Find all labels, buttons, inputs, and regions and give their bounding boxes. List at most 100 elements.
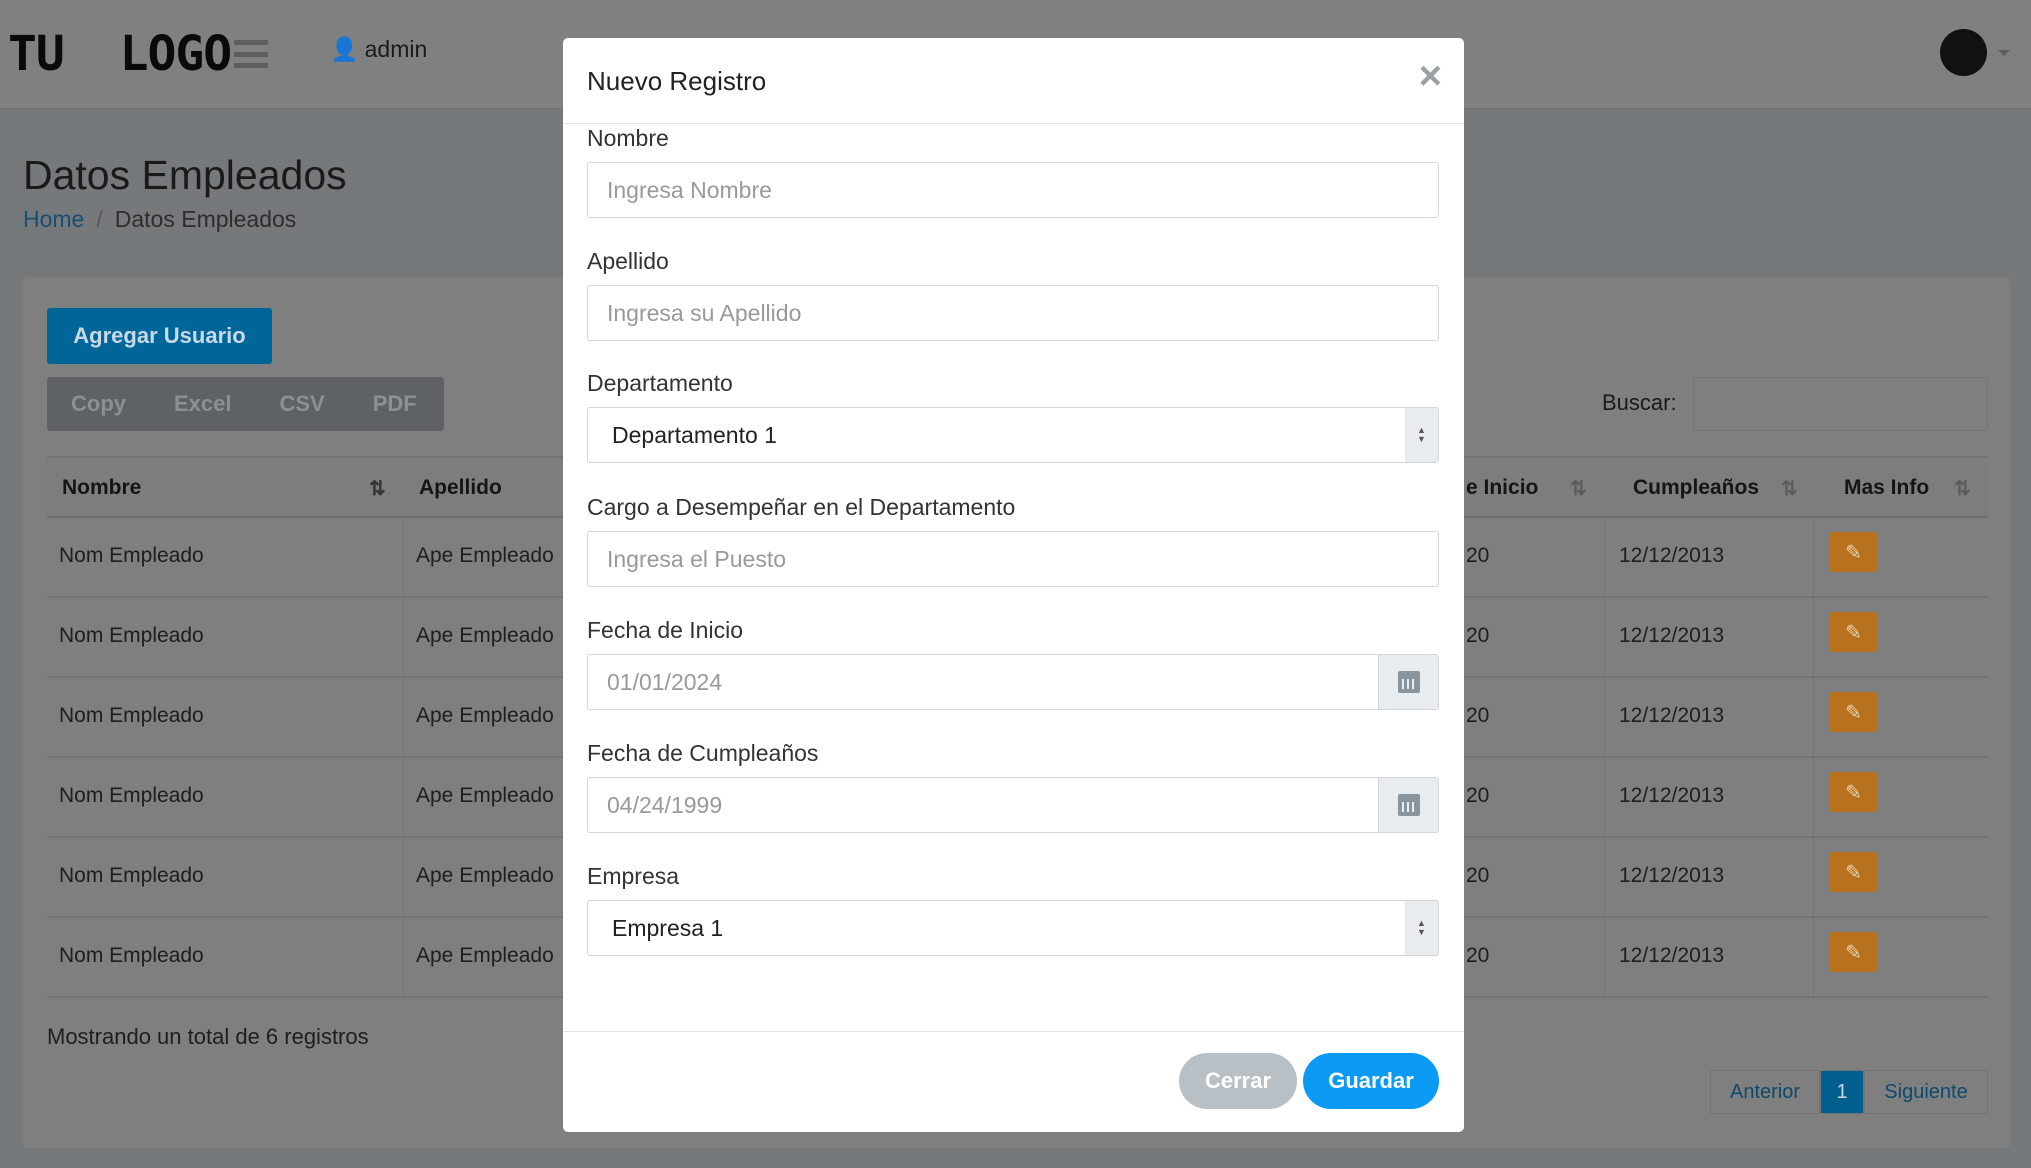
- sort-icon[interactable]: ⇅: [1954, 476, 1971, 501]
- fecha-cumpleanos-label: Fecha de Cumpleaños: [587, 740, 819, 766]
- save-button[interactable]: Guardar: [1303, 1053, 1439, 1109]
- modal-title: Nuevo Registro: [587, 66, 767, 96]
- cargo-input[interactable]: Ingresa el Puesto: [587, 531, 1439, 587]
- placeholder: Ingresa su Apellido: [607, 299, 802, 326]
- copy-button[interactable]: Copy: [71, 391, 126, 417]
- close-icon[interactable]: ×: [1419, 56, 1442, 96]
- search-label: Buscar:: [1602, 390, 1677, 415]
- departamento-label: Departamento: [587, 370, 733, 396]
- cell-nombre: Nom Empleado: [59, 704, 204, 727]
- user-icon: 👤: [330, 36, 359, 62]
- cell-cumpleanos: 12/12/2013: [1619, 784, 1725, 807]
- page-1-button[interactable]: 1: [1820, 1070, 1864, 1114]
- cell-nombre: Nom Empleado: [59, 784, 204, 807]
- select-arrows-icon[interactable]: ▲ ▼: [1405, 901, 1438, 955]
- selected-value: Departamento 1: [612, 421, 777, 448]
- col-nombre[interactable]: Nombre: [62, 476, 141, 500]
- cell-apellido: Ape Empleado: [416, 704, 554, 727]
- apellido-input[interactable]: Ingresa su Apellido: [587, 285, 1439, 341]
- search-input[interactable]: [1693, 377, 1988, 431]
- edit-icon: ✎: [1845, 941, 1862, 964]
- close-button[interactable]: Cerrar: [1179, 1053, 1297, 1109]
- cell-fecha-inicio: 20: [1466, 784, 1490, 807]
- fecha-inicio-label: Fecha de Inicio: [587, 617, 743, 643]
- sort-icon[interactable]: ⇅: [1570, 476, 1587, 501]
- placeholder: 04/24/1999: [607, 791, 723, 818]
- fecha-cumpleanos-input[interactable]: 04/24/1999: [587, 777, 1439, 833]
- username: admin: [364, 36, 428, 62]
- departamento-select[interactable]: Departamento 1 ▲ ▼: [587, 407, 1439, 463]
- next-page-button[interactable]: Siguiente: [1864, 1070, 1988, 1114]
- edit-button[interactable]: ✎: [1830, 852, 1877, 892]
- col-apellido[interactable]: Apellido: [419, 476, 502, 500]
- col-cumpleanos[interactable]: Cumpleaños: [1633, 476, 1759, 500]
- cell-fecha-inicio: 20: [1466, 544, 1490, 567]
- cell-apellido: Ape Empleado: [416, 544, 554, 567]
- cell-fecha-inicio: 20: [1466, 864, 1490, 887]
- cell-nombre: Nom Empleado: [59, 864, 204, 887]
- edit-icon: ✎: [1845, 781, 1862, 804]
- export-button-group: Copy Excel CSV PDF: [47, 377, 444, 431]
- prev-page-button[interactable]: Anterior: [1710, 1070, 1820, 1114]
- fecha-inicio-input[interactable]: 01/01/2024: [587, 654, 1439, 710]
- hamburger-menu-icon[interactable]: [234, 40, 268, 68]
- empresa-select[interactable]: Empresa 1 ▲ ▼: [587, 900, 1439, 956]
- pdf-button[interactable]: PDF: [373, 391, 417, 417]
- placeholder: 01/01/2024: [607, 668, 723, 695]
- edit-button[interactable]: ✎: [1830, 692, 1877, 732]
- col-mas-info[interactable]: Mas Info: [1844, 476, 1929, 500]
- cell-fecha-inicio: 20: [1466, 624, 1490, 647]
- pagination: Anterior 1 Siguiente: [1710, 1070, 1988, 1114]
- edit-icon: ✎: [1845, 701, 1862, 724]
- modal-header: Nuevo Registro ×: [563, 38, 1464, 124]
- placeholder: Ingresa el Puesto: [607, 545, 787, 572]
- nombre-label: Nombre: [587, 125, 669, 151]
- cell-apellido: Ape Empleado: [416, 864, 554, 887]
- selected-value: Empresa 1: [612, 914, 724, 941]
- edit-icon: ✎: [1845, 621, 1862, 644]
- sort-icon[interactable]: ⇅: [369, 476, 386, 501]
- edit-button[interactable]: ✎: [1830, 532, 1877, 572]
- nombre-input[interactable]: Ingresa Nombre: [587, 162, 1439, 218]
- calendar-icon: [1397, 671, 1420, 693]
- new-record-modal: Nuevo Registro × Nombre Ingresa Nombre Ape…: [563, 38, 1464, 1132]
- excel-button[interactable]: Excel: [174, 391, 232, 417]
- col-fecha-inicio[interactable]: e Inicio: [1466, 476, 1538, 500]
- apellido-label: Apellido: [587, 248, 669, 274]
- records-summary: Mostrando un total de 6 registros: [47, 1024, 369, 1049]
- cell-nombre: Nom Empleado: [59, 544, 204, 567]
- edit-button[interactable]: ✎: [1830, 612, 1877, 652]
- sort-icon[interactable]: ⇅: [1781, 476, 1798, 501]
- cell-cumpleanos: 12/12/2013: [1619, 944, 1725, 967]
- edit-icon: ✎: [1845, 861, 1862, 884]
- breadcrumb-current: Datos Empleados: [114, 206, 297, 232]
- calendar-icon: [1397, 794, 1420, 816]
- modal-footer-divider: [563, 1031, 1464, 1032]
- edit-button[interactable]: ✎: [1830, 772, 1877, 812]
- cell-fecha-inicio: 20: [1466, 944, 1490, 967]
- page-title: Datos Empleados: [23, 152, 347, 198]
- breadcrumb-home[interactable]: Home: [23, 206, 84, 232]
- user-menu[interactable]: 👤 admin: [330, 36, 427, 63]
- calendar-button[interactable]: [1378, 778, 1438, 832]
- cell-fecha-inicio: 20: [1466, 704, 1490, 727]
- cell-apellido: Ape Empleado: [416, 624, 554, 647]
- logo[interactable]: TU LOGO: [8, 26, 232, 82]
- cell-cumpleanos: 12/12/2013: [1619, 544, 1725, 567]
- calendar-button[interactable]: [1378, 655, 1438, 709]
- breadcrumb: Home / Datos Empleados: [23, 206, 297, 232]
- cargo-label: Cargo a Desempeñar en el Departamento: [587, 494, 1016, 520]
- cell-cumpleanos: 12/12/2013: [1619, 624, 1725, 647]
- cell-nombre: Nom Empleado: [59, 624, 204, 647]
- edit-button[interactable]: ✎: [1830, 932, 1877, 972]
- caret-down-icon[interactable]: [1998, 50, 2010, 56]
- cell-apellido: Ape Empleado: [416, 784, 554, 807]
- avatar[interactable]: [1940, 29, 1987, 76]
- select-arrows-icon[interactable]: ▲ ▼: [1405, 408, 1438, 462]
- placeholder: Ingresa Nombre: [607, 176, 772, 203]
- cell-cumpleanos: 12/12/2013: [1619, 864, 1725, 887]
- edit-icon: ✎: [1845, 541, 1862, 564]
- empresa-label: Empresa: [587, 863, 680, 889]
- add-user-button[interactable]: Agregar Usuario: [47, 308, 272, 364]
- csv-button[interactable]: CSV: [280, 391, 325, 417]
